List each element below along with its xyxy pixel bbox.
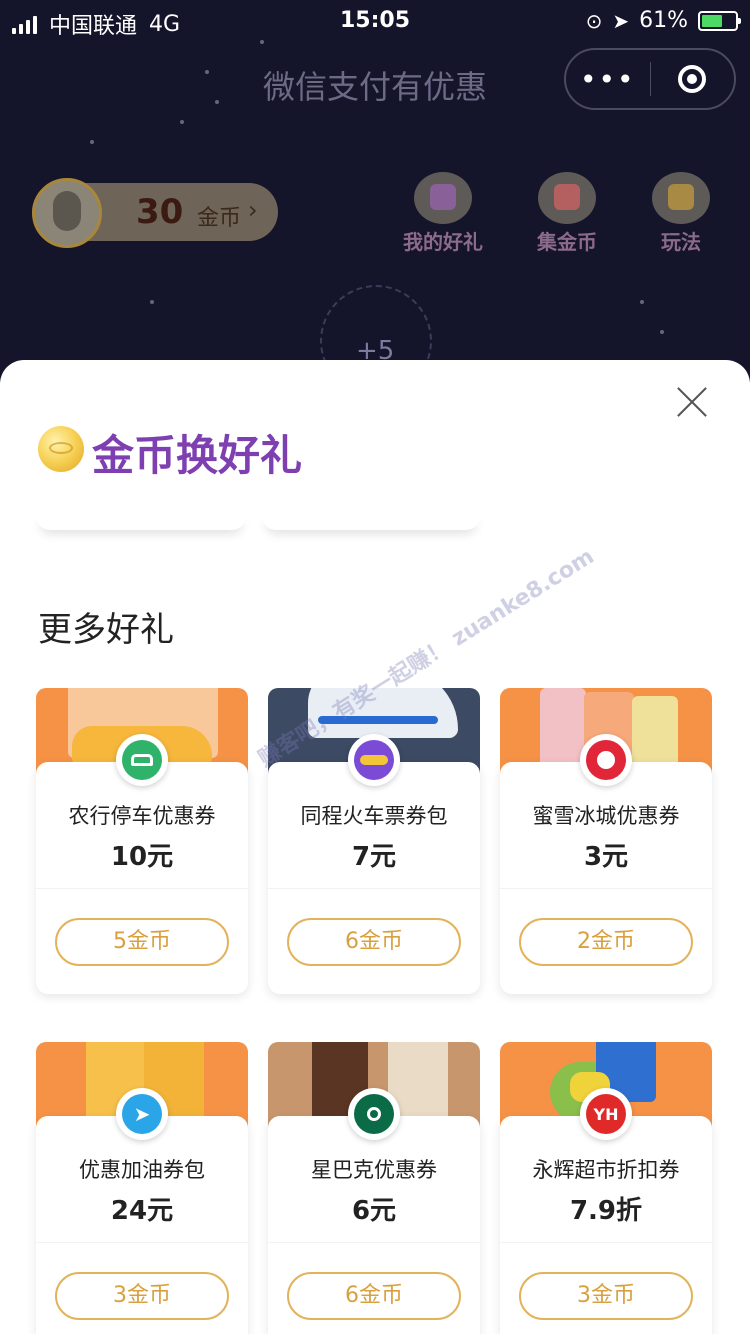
battery-percent: 61% — [639, 8, 688, 33]
mini-program-capsule: ••• — [564, 48, 736, 110]
redeem-button[interactable]: 6金币 — [287, 1272, 461, 1320]
snowman-icon — [580, 734, 632, 786]
my-gifts-label: 我的好礼 — [403, 230, 483, 254]
avatar[interactable] — [32, 178, 102, 248]
battery-icon — [698, 10, 741, 31]
gift-exchange-sheet: 金币换好礼 更多好礼 农行停车优惠券 10元 5金币 同程火车票券包 7元 6金… — [0, 360, 750, 1334]
gift-value: 10元 — [110, 842, 174, 872]
starbucks-icon — [348, 1088, 400, 1140]
redeem-button[interactable]: 3金币 — [519, 1272, 693, 1320]
navigation-icon: ➤ — [116, 1088, 168, 1140]
task-list-icon — [538, 172, 596, 224]
redeem-button[interactable]: 6金币 — [287, 918, 461, 966]
gift-card[interactable]: YH 永辉超市折扣券 7.9折 3金币 — [500, 1042, 712, 1334]
gift-card[interactable]: ➤ 优惠加油券包 24元 3金币 — [36, 1042, 248, 1334]
gift-name: 永辉超市折扣券 — [532, 1158, 680, 1182]
rules-icon — [652, 172, 710, 224]
redeem-button[interactable]: 2金币 — [519, 918, 693, 966]
redeem-button[interactable]: 3金币 — [55, 1272, 229, 1320]
gift-value: 7元 — [351, 842, 397, 872]
car-icon — [116, 734, 168, 786]
gift-card[interactable]: 星巴克优惠券 6元 6金币 — [268, 1042, 480, 1334]
gift-icon — [414, 172, 472, 224]
more-options-button[interactable]: ••• — [566, 63, 650, 96]
gift-name: 同程火车票券包 — [300, 804, 448, 828]
rules-button[interactable]: 玩法 — [631, 172, 731, 255]
my-gifts-button[interactable]: 我的好礼 — [393, 172, 493, 255]
coin-count: 30 — [136, 192, 184, 232]
gift-name: 星巴克优惠券 — [311, 1158, 437, 1182]
section-title: 更多好礼 — [38, 610, 174, 650]
coin-unit: 金币 — [197, 206, 242, 231]
collect-coins-label: 集金币 — [537, 230, 597, 254]
gift-value: 6元 — [351, 1196, 397, 1226]
redeem-button[interactable]: 5金币 — [55, 918, 229, 966]
location-icon: ➤ — [612, 8, 630, 33]
gift-card-partial[interactable] — [262, 510, 480, 530]
gift-value: 7.9折 — [569, 1196, 643, 1226]
collect-coins-button[interactable]: 集金币 — [517, 172, 617, 255]
gift-name: 蜜雪冰城优惠券 — [532, 804, 680, 828]
status-bar: 中国联通 4G 15:05 ⊙ ➤ 61% — [0, 0, 750, 44]
target-icon — [678, 65, 707, 93]
gift-value: 24元 — [110, 1196, 174, 1226]
gift-card[interactable]: 蜜雪冰城优惠券 3元 2金币 — [500, 688, 712, 994]
orientation-lock-icon: ⊙ — [585, 8, 603, 33]
close-icon[interactable] — [676, 386, 708, 418]
gift-card[interactable]: 农行停车优惠券 10元 5金币 — [36, 688, 248, 994]
airship-icon — [348, 734, 400, 786]
rules-label: 玩法 — [661, 230, 701, 254]
gift-name: 农行停车优惠券 — [68, 804, 216, 828]
gift-value: 3元 — [583, 842, 629, 872]
gift-name: 优惠加油券包 — [79, 1158, 205, 1182]
sheet-title: 金币换好礼 — [92, 431, 303, 480]
yh-icon: YH — [580, 1088, 632, 1140]
gift-card-partial[interactable] — [36, 510, 246, 530]
gold-coin-icon — [38, 426, 84, 472]
close-mini-program-button[interactable] — [651, 65, 735, 93]
chevron-right-icon: › — [248, 196, 258, 224]
